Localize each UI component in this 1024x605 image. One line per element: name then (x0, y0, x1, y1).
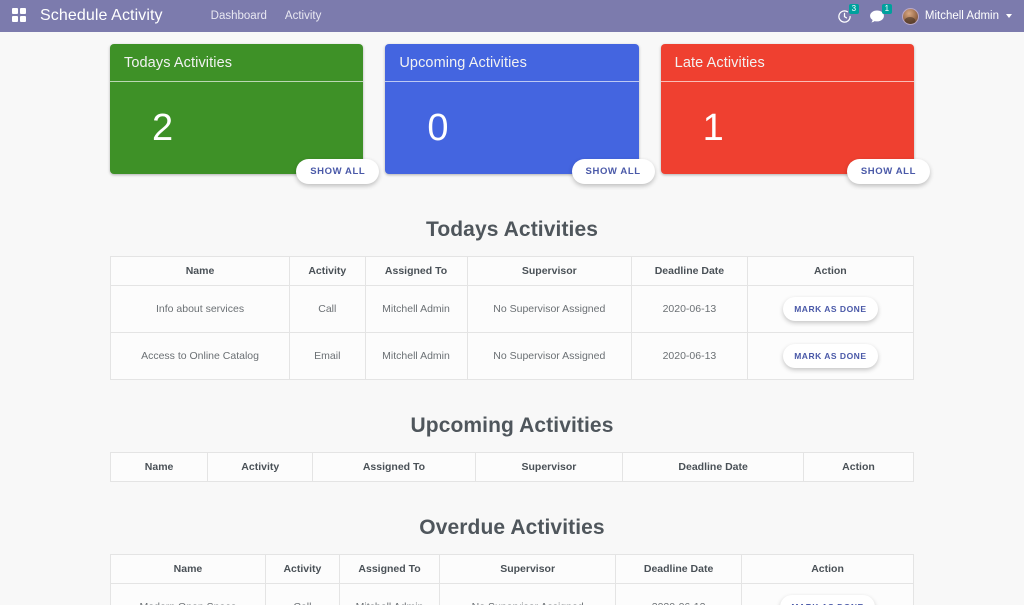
apps-grid-square (12, 8, 18, 14)
column-header-action: Action (742, 555, 914, 584)
mark-as-done-button[interactable]: MARK AS DONE (780, 595, 874, 605)
column-header-activity: Activity (290, 257, 365, 286)
column-header-deadline-date: Deadline Date (616, 555, 742, 584)
kpi-card-value: 2 (152, 109, 173, 147)
messages-menu[interactable]: 1 (869, 6, 885, 26)
cell-deadline-date: 2020-06-13 (632, 286, 748, 333)
table-header-row: Name Activity Assigned To Supervisor Dea… (111, 453, 914, 482)
cell-activity: Email (290, 333, 365, 380)
kpi-card-todays-activities[interactable]: Todays Activities 2 SHOW ALL (110, 44, 363, 174)
table-row[interactable]: Modern Open Space Call Mitchell Admin No… (111, 584, 914, 605)
table-body: Modern Open Space Call Mitchell Admin No… (111, 584, 914, 605)
cell-action: MARK AS DONE (747, 286, 913, 333)
page-title[interactable]: Schedule Activity (40, 7, 163, 25)
table-row[interactable]: Access to Online Catalog Email Mitchell … (111, 333, 914, 380)
column-header-name: Name (111, 453, 208, 482)
apps-grid-square (20, 16, 26, 22)
nav-link-activity[interactable]: Activity (285, 8, 321, 24)
column-header-name: Name (111, 257, 290, 286)
column-header-action: Action (803, 453, 913, 482)
cell-deadline-date: 2020-06-12 (616, 584, 742, 605)
table-upcoming-activities: Name Activity Assigned To Supervisor Dea… (110, 452, 914, 482)
apps-grid-icon[interactable] (12, 8, 28, 24)
cell-supervisor: No Supervisor Assigned (440, 584, 616, 605)
activities-menu[interactable]: 3 (837, 6, 852, 26)
section-overdue-activities: Overdue Activities Name Activity Assigne… (0, 516, 1024, 605)
cell-deadline-date: 2020-06-13 (632, 333, 748, 380)
main-nav: Dashboard Activity (211, 8, 322, 24)
column-header-action: Action (747, 257, 913, 286)
table-overdue-activities: Name Activity Assigned To Supervisor Dea… (110, 554, 914, 605)
kpi-card-upcoming-activities[interactable]: Upcoming Activities 0 SHOW ALL (385, 44, 638, 174)
column-header-activity: Activity (208, 453, 313, 482)
table-header: Name Activity Assigned To Supervisor Dea… (111, 555, 914, 584)
section-heading-upcoming: Upcoming Activities (110, 414, 914, 438)
cell-name: Info about services (111, 286, 290, 333)
cell-action: MARK AS DONE (747, 333, 913, 380)
messages-count-badge: 1 (882, 4, 892, 14)
cell-name: Modern Open Space (111, 584, 266, 605)
avatar (902, 8, 919, 25)
column-header-assigned-to: Assigned To (313, 453, 475, 482)
column-header-supervisor: Supervisor (440, 555, 616, 584)
table-row[interactable]: Info about services Call Mitchell Admin … (111, 286, 914, 333)
cell-assigned-to: Mitchell Admin (339, 584, 439, 605)
cell-assigned-to: Mitchell Admin (365, 333, 467, 380)
table-todays-activities: Name Activity Assigned To Supervisor Dea… (110, 256, 914, 380)
column-header-supervisor: Supervisor (475, 453, 623, 482)
user-name-label: Mitchell Admin (925, 10, 999, 22)
table-header: Name Activity Assigned To Supervisor Dea… (111, 453, 914, 482)
column-header-assigned-to: Assigned To (365, 257, 467, 286)
mark-as-done-button[interactable]: MARK AS DONE (783, 344, 877, 368)
navbar-right-group: 3 1 Mitchell Admin (837, 6, 1014, 26)
cell-supervisor: No Supervisor Assigned (467, 286, 632, 333)
kpi-card-title: Todays Activities (110, 44, 363, 82)
nav-link-dashboard[interactable]: Dashboard (211, 8, 267, 24)
column-header-assigned-to: Assigned To (339, 555, 439, 584)
column-header-name: Name (111, 555, 266, 584)
cell-name: Access to Online Catalog (111, 333, 290, 380)
column-header-activity: Activity (265, 555, 339, 584)
table-body: Info about services Call Mitchell Admin … (111, 286, 914, 380)
apps-grid-square (20, 8, 26, 14)
cell-supervisor: No Supervisor Assigned (467, 333, 632, 380)
show-all-button-todays[interactable]: SHOW ALL (296, 159, 379, 184)
activities-count-badge: 3 (849, 4, 859, 14)
show-all-button-upcoming[interactable]: SHOW ALL (572, 159, 655, 184)
mark-as-done-button[interactable]: MARK AS DONE (783, 297, 877, 321)
column-header-deadline-date: Deadline Date (632, 257, 748, 286)
kpi-card-value: 0 (427, 109, 448, 147)
kpi-card-late-activities[interactable]: Late Activities 1 SHOW ALL (661, 44, 914, 174)
section-upcoming-activities: Upcoming Activities Name Activity Assign… (0, 414, 1024, 482)
table-header: Name Activity Assigned To Supervisor Dea… (111, 257, 914, 286)
cell-action: MARK AS DONE (742, 584, 914, 605)
user-menu[interactable]: Mitchell Admin (902, 8, 1014, 25)
table-header-row: Name Activity Assigned To Supervisor Dea… (111, 257, 914, 286)
section-todays-activities: Todays Activities Name Activity Assigned… (0, 218, 1024, 380)
column-header-deadline-date: Deadline Date (623, 453, 804, 482)
section-heading-overdue: Overdue Activities (110, 516, 914, 540)
chevron-down-icon (1006, 14, 1012, 18)
kpi-cards-row: Todays Activities 2 SHOW ALL Upcoming Ac… (0, 32, 1024, 174)
column-header-supervisor: Supervisor (467, 257, 632, 286)
cell-activity: Call (290, 286, 365, 333)
show-all-button-late[interactable]: SHOW ALL (847, 159, 930, 184)
table-header-row: Name Activity Assigned To Supervisor Dea… (111, 555, 914, 584)
cell-activity: Call (265, 584, 339, 605)
section-heading-todays: Todays Activities (110, 218, 914, 242)
kpi-card-title: Late Activities (661, 44, 914, 82)
apps-grid-square (12, 16, 18, 22)
page-content: Todays Activities 2 SHOW ALL Upcoming Ac… (0, 32, 1024, 605)
top-navbar: Schedule Activity Dashboard Activity 3 1… (0, 0, 1024, 32)
kpi-card-value: 1 (703, 109, 724, 147)
kpi-card-title: Upcoming Activities (385, 44, 638, 82)
cell-assigned-to: Mitchell Admin (365, 286, 467, 333)
